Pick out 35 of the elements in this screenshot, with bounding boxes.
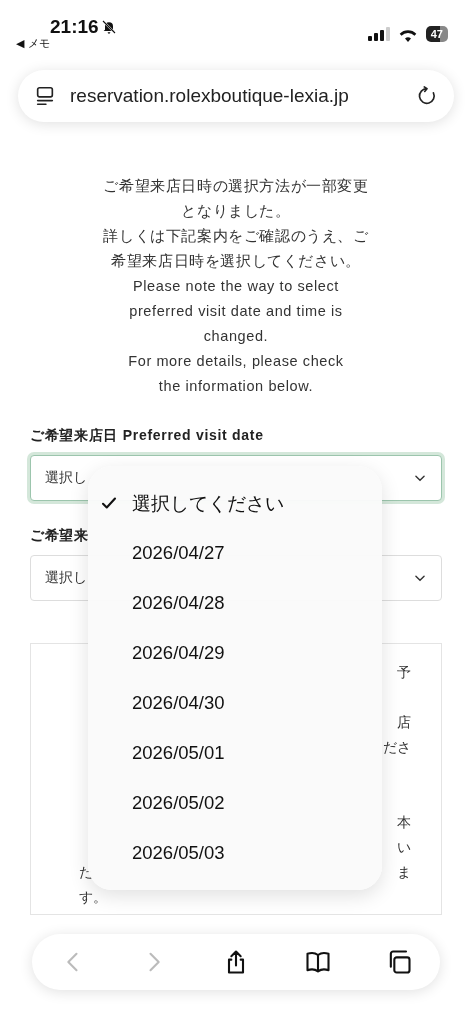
info-text: ま: [397, 864, 411, 882]
notice-text-line: the information below.: [158, 377, 314, 396]
notice-text-line: となりました。: [181, 202, 291, 221]
info-text: 本: [397, 814, 411, 832]
notice-text-line: 希望来店日時を選択してください。: [111, 252, 361, 271]
clock-time: 21:16: [50, 16, 99, 38]
signal-icon: [367, 27, 390, 41]
notice-text-line: preferred visit date and time is: [129, 302, 343, 321]
info-text: す。: [79, 889, 107, 907]
dropdown-option[interactable]: 2026/05/01: [88, 728, 382, 778]
notice-text-line: ご希望来店日時の選択方法が一部変更: [103, 177, 369, 196]
page-menu-icon[interactable]: [34, 85, 56, 107]
notice-text-line: 詳しくは下記案内をご確認のうえ、ご: [103, 227, 369, 246]
reload-icon[interactable]: [416, 85, 438, 107]
field-label: ご希望来: [30, 527, 90, 545]
dropdown-option[interactable]: 選択してください: [88, 478, 382, 528]
notice-text-line: For more details, please check: [128, 352, 344, 371]
dropdown-option[interactable]: 2026/04/27: [88, 528, 382, 578]
info-text: た: [79, 864, 93, 882]
info-text: ださ: [383, 739, 411, 757]
notice-text-line: Please note the way to select: [133, 277, 339, 296]
dropdown-option[interactable]: 2026/04/28: [88, 578, 382, 628]
dropdown-option[interactable]: 2026/04/29: [88, 628, 382, 678]
bell-slash-icon: [100, 19, 117, 35]
notice-text-line: changed.: [203, 327, 269, 346]
info-text: 店: [397, 714, 411, 732]
info-text: 予: [397, 664, 411, 682]
back-to-app-link[interactable]: ◀ メモ: [16, 36, 117, 51]
dropdown-option[interactable]: 2026/05/02: [88, 778, 382, 828]
battery-level: 47: [425, 26, 448, 42]
url-text: reservation.rolexboutique-lexia.jp: [70, 85, 350, 107]
field-label: ご希望来店日 Preferred visit date: [30, 427, 265, 445]
info-text: い: [397, 839, 411, 857]
address-bar[interactable]: reservation.rolexboutique-lexia.jp: [18, 70, 454, 122]
dropdown-option[interactable]: 2026/04/30: [88, 678, 382, 728]
